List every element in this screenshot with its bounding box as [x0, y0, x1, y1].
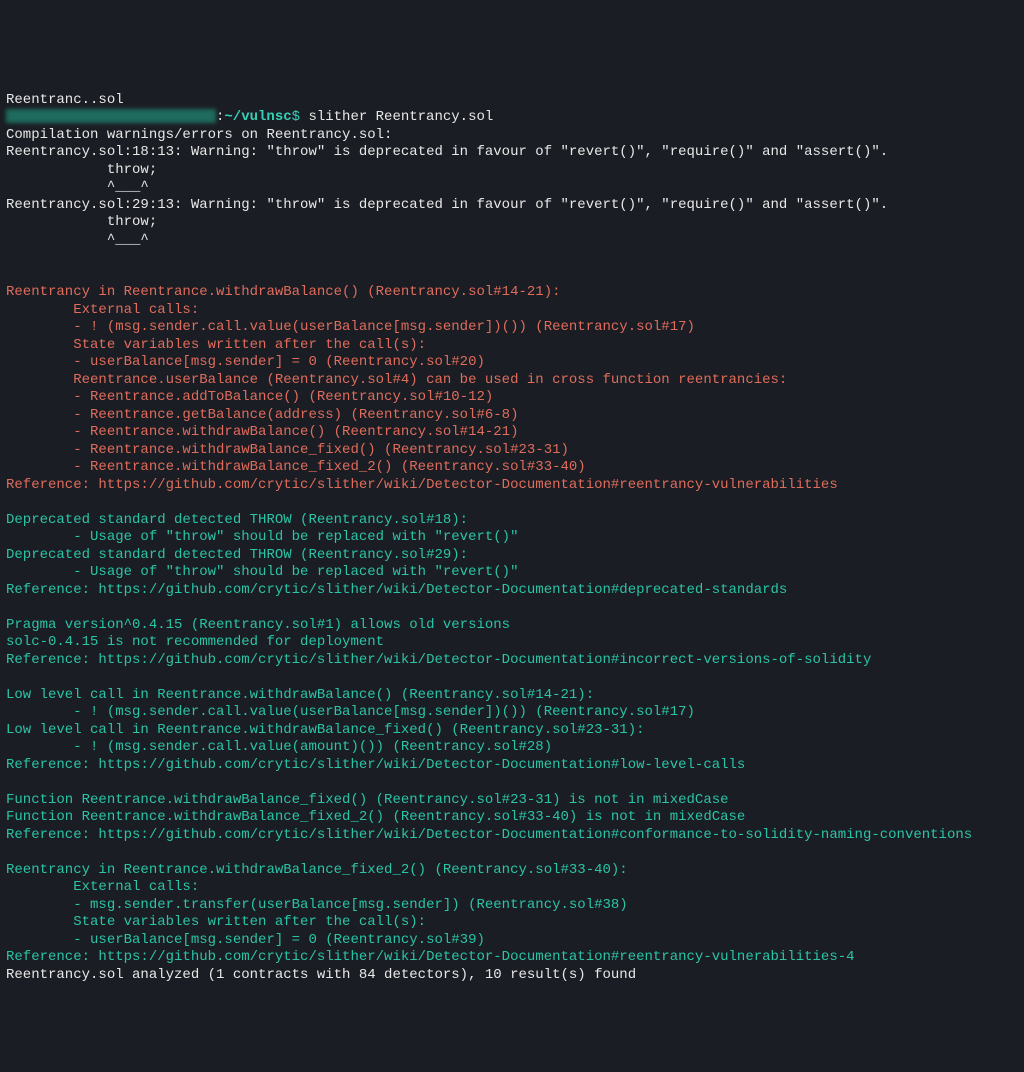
caret-2: ^___^ [6, 232, 149, 248]
warning-2: Reentrancy.sol:29:13: Warning: "throw" i… [6, 197, 888, 213]
summary-line: Reentrancy.sol analyzed (1 contracts wit… [6, 967, 636, 983]
lowlevel-block: Low level call in Reentrance.withdrawBal… [6, 687, 745, 773]
reentrancy-block: Reentrancy in Reentrance.withdrawBalance… [6, 284, 838, 493]
mixed-ref: Reference: https://github.com/crytic/sli… [6, 827, 972, 843]
r2-l4: State variables written after the call(s… [6, 914, 426, 930]
red-l5: - userBalance[msg.sender] = 0 (Reentranc… [6, 354, 485, 370]
throw-2: throw; [6, 214, 157, 230]
r2-l2: External calls: [6, 879, 199, 895]
r2-l3: - msg.sender.transfer(userBalance[msg.se… [6, 897, 628, 913]
red-ref: Reference: https://github.com/crytic/sli… [6, 477, 838, 493]
red-l10: - Reentrance.withdrawBalance_fixed() (Re… [6, 442, 569, 458]
dep-l1: Deprecated standard detected THROW (Reen… [6, 512, 468, 528]
dep-ref: Reference: https://github.com/crytic/sli… [6, 582, 787, 598]
mixed-l1: Function Reentrance.withdrawBalance_fixe… [6, 792, 729, 808]
mixed-l2: Function Reentrance.withdrawBalance_fixe… [6, 809, 745, 825]
mixedcase-block: Function Reentrance.withdrawBalance_fixe… [6, 792, 972, 843]
r2-l5: - userBalance[msg.sender] = 0 (Reentranc… [6, 932, 485, 948]
warning-1: Reentrancy.sol:18:13: Warning: "throw" i… [6, 144, 888, 160]
dep-l4: - Usage of "throw" should be replaced wi… [6, 564, 518, 580]
top-line: Reentranc..sol [6, 92, 124, 108]
pragma-ref: Reference: https://github.com/crytic/sli… [6, 652, 871, 668]
prompt-path: ~/vulnsc [224, 109, 291, 125]
red-l9: - Reentrance.withdrawBalance() (Reentran… [6, 424, 518, 440]
prompt-dollar: $ [292, 109, 300, 125]
dep-l3: Deprecated standard detected THROW (Reen… [6, 547, 468, 563]
prompt-line[interactable]: :~/vulnsc$ slither Reentrancy.sol [6, 109, 493, 125]
low-l3: Low level call in Reentrance.withdrawBal… [6, 722, 645, 738]
red-l1: Reentrancy in Reentrance.withdrawBalance… [6, 284, 561, 300]
redacted-host [6, 109, 216, 123]
red-l7: - Reentrance.addToBalance() (Reentrancy.… [6, 389, 493, 405]
red-l2: External calls: [6, 302, 199, 318]
terminal-output: Reentranc..sol :~/vulnsc$ slither Reentr… [6, 74, 1018, 984]
red-l8: - Reentrance.getBalance(address) (Reentr… [6, 407, 518, 423]
pragma-block: Pragma version^0.4.15 (Reentrancy.sol#1)… [6, 617, 871, 668]
low-l1: Low level call in Reentrance.withdrawBal… [6, 687, 594, 703]
deprecated-block: Deprecated standard detected THROW (Reen… [6, 512, 787, 598]
throw-1: throw; [6, 162, 157, 178]
caret-1: ^___^ [6, 179, 149, 195]
low-l2: - ! (msg.sender.call.value(userBalance[m… [6, 704, 695, 720]
low-l4: - ! (msg.sender.call.value(amount)()) (R… [6, 739, 552, 755]
red-l3: - ! (msg.sender.call.value(userBalance[m… [6, 319, 695, 335]
r2-l1: Reentrancy in Reentrance.withdrawBalance… [6, 862, 628, 878]
reentrancy2-block: Reentrancy in Reentrance.withdrawBalance… [6, 862, 855, 966]
red-l6: Reentrance.userBalance (Reentrancy.sol#4… [6, 372, 787, 388]
red-l11: - Reentrance.withdrawBalance_fixed_2() (… [6, 459, 586, 475]
r2-ref: Reference: https://github.com/crytic/sli… [6, 949, 855, 965]
dep-l2: - Usage of "throw" should be replaced wi… [6, 529, 518, 545]
typed-command: slither Reentrancy.sol [308, 109, 493, 125]
pragma-l2: solc-0.4.15 is not recommended for deplo… [6, 634, 384, 650]
compilation-header: Compilation warnings/errors on Reentranc… [6, 127, 392, 143]
low-ref: Reference: https://github.com/crytic/sli… [6, 757, 745, 773]
pragma-l1: Pragma version^0.4.15 (Reentrancy.sol#1)… [6, 617, 510, 633]
red-l4: State variables written after the call(s… [6, 337, 426, 353]
